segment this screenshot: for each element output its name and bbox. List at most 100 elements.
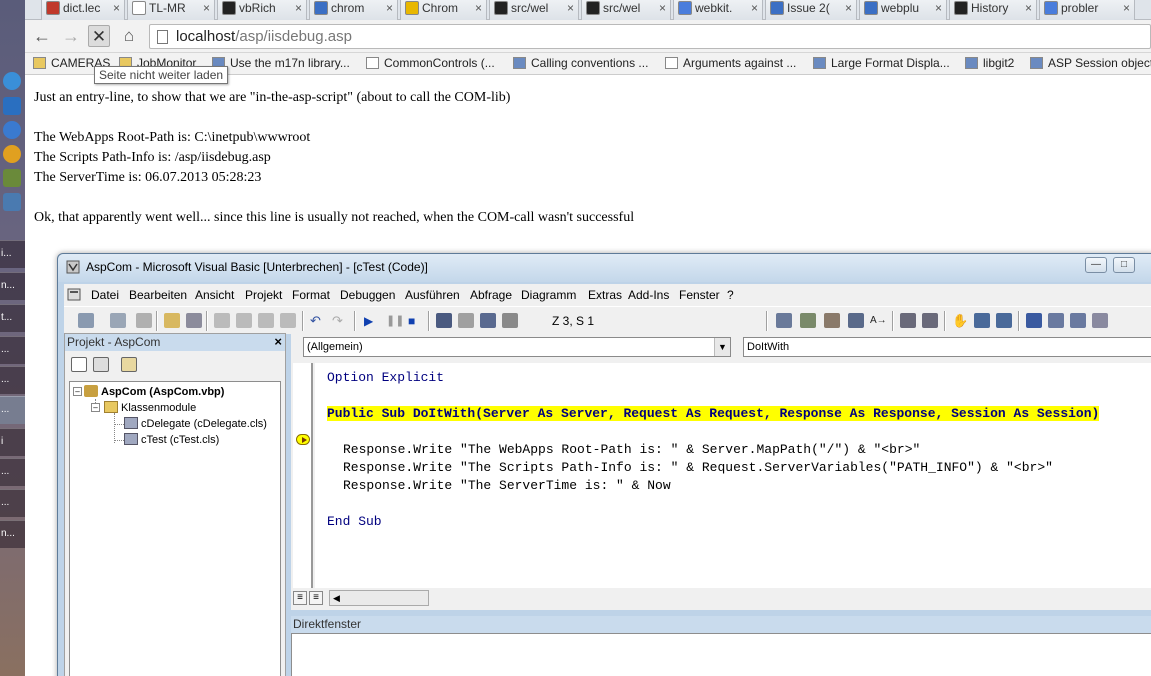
menu-item[interactable]: Ausführen — [405, 288, 460, 302]
tree-class-node[interactable]: cDelegate (cDelegate.cls) — [124, 417, 267, 431]
monitor-icon[interactable] — [3, 193, 21, 211]
ie-icon[interactable] — [3, 72, 21, 90]
bookmark-item[interactable]: Large Format Displa... — [813, 56, 950, 70]
close-icon[interactable]: × — [845, 0, 852, 16]
home-button[interactable]: ⌂ — [118, 25, 140, 47]
quick-info-icon[interactable] — [824, 313, 840, 328]
menu-item[interactable]: Bearbeiten — [129, 288, 187, 302]
object-browser-icon[interactable] — [502, 313, 518, 328]
outdent-icon[interactable] — [922, 313, 938, 328]
tree-class-node[interactable]: cTest (cTest.cls) — [124, 433, 219, 447]
bookmark-item[interactable]: libgit2 — [965, 56, 1014, 70]
horizontal-scrollbar[interactable]: ◀ — [329, 590, 429, 606]
menu-item[interactable]: Abfrage — [470, 288, 512, 302]
clear-bookmarks-icon[interactable] — [1092, 313, 1108, 328]
undo-icon[interactable]: ↶ — [310, 313, 326, 328]
stop-icon[interactable]: ■ — [408, 313, 424, 328]
browser-tab[interactable]: History × — [949, 0, 1037, 20]
browser-tab[interactable]: src/wel × — [581, 0, 671, 20]
browser-tab[interactable]: vbRich × — [217, 0, 307, 20]
project-explorer-icon[interactable] — [436, 313, 452, 328]
procedure-view-icon[interactable]: ≡ — [293, 591, 307, 605]
taskbar-item[interactable]: i... — [0, 240, 25, 268]
close-icon[interactable]: × — [659, 0, 666, 16]
menu-item[interactable]: Fenster — [679, 288, 720, 302]
paste-icon[interactable] — [258, 313, 274, 328]
properties-icon[interactable] — [458, 313, 474, 328]
view-code-icon[interactable] — [71, 357, 87, 372]
close-icon[interactable]: × — [113, 0, 120, 16]
bookmark-item[interactable]: Arguments against ... — [665, 56, 796, 70]
browser-tab[interactable]: dict.lec × — [41, 0, 125, 20]
taskbar-item[interactable]: ... — [0, 366, 25, 394]
close-icon[interactable]: × — [1025, 0, 1032, 16]
find-icon[interactable] — [280, 313, 296, 328]
stop-button[interactable]: ✕ — [88, 25, 110, 47]
collapse-icon[interactable]: – — [91, 403, 100, 412]
comment-block-icon[interactable] — [974, 313, 990, 328]
taskbar-item[interactable]: ... — [0, 489, 25, 517]
vb-title-bar[interactable]: AspCom - Microsoft Visual Basic [Unterbr… — [58, 254, 1151, 282]
close-icon[interactable]: × — [274, 334, 282, 350]
chrome-icon[interactable] — [3, 145, 21, 163]
object-combo[interactable]: (Allgemein) ▼ — [303, 337, 731, 357]
close-icon[interactable]: × — [203, 0, 210, 16]
taskbar-item[interactable]: n... — [0, 272, 25, 300]
browser-tab[interactable]: webplu × — [859, 0, 947, 20]
close-icon[interactable]: × — [1123, 0, 1130, 16]
toggle-folders-icon[interactable] — [121, 357, 137, 372]
save-icon[interactable] — [186, 313, 202, 328]
menu-item[interactable]: Debuggen — [340, 288, 395, 302]
menu-item[interactable]: Projekt — [245, 288, 282, 302]
bookmark-item[interactable]: ASP Session object — [1030, 56, 1151, 70]
previous-bookmark-icon[interactable] — [1070, 313, 1086, 328]
open-icon[interactable] — [164, 313, 180, 328]
taskbar-item[interactable]: ... — [0, 458, 25, 486]
menu-editor-icon[interactable] — [136, 313, 152, 328]
close-icon[interactable]: × — [567, 0, 574, 16]
redo-icon[interactable]: ↷ — [332, 313, 348, 328]
menu-item[interactable]: Add-Ins — [628, 288, 669, 302]
cut-icon[interactable] — [214, 313, 230, 328]
browser-tab[interactable]: probler × — [1039, 0, 1135, 20]
menu-item[interactable]: Datei — [91, 288, 119, 302]
taskbar-item[interactable]: n... — [0, 520, 25, 548]
toggle-bookmark-icon[interactable] — [1026, 313, 1042, 328]
close-icon[interactable]: × — [295, 0, 302, 16]
parameter-info-icon[interactable] — [848, 313, 864, 328]
add-project-icon[interactable] — [78, 313, 94, 328]
tree-project-node[interactable]: AspCom (AspCom.vbp) — [84, 385, 224, 399]
procedure-combo[interactable]: DoItWith — [743, 337, 1151, 357]
taskbar-item[interactable]: ... — [0, 336, 25, 364]
bookmark-item[interactable]: CommonControls (... — [366, 56, 495, 70]
code-margin[interactable] — [293, 363, 313, 588]
copy-icon[interactable] — [236, 313, 252, 328]
tree-folder-node[interactable]: Klassenmodule — [104, 401, 196, 415]
network-icon[interactable] — [3, 97, 21, 115]
firefox-icon[interactable] — [3, 121, 21, 139]
address-bar[interactable]: localhost/asp/iisdebug.asp — [149, 24, 1151, 49]
run-icon[interactable]: ▶ — [364, 313, 380, 328]
next-bookmark-icon[interactable] — [1048, 313, 1064, 328]
add-form-icon[interactable] — [110, 313, 126, 328]
close-icon[interactable]: × — [751, 0, 758, 16]
close-icon[interactable]: × — [475, 0, 482, 16]
tool-icon[interactable] — [3, 169, 21, 187]
forward-button[interactable]: → — [60, 25, 82, 47]
collapse-icon[interactable]: – — [73, 387, 82, 396]
code-editor[interactable]: Option Explicit Public Sub DoItWith(Serv… — [315, 363, 1151, 588]
browser-tab[interactable]: Chrom × — [400, 0, 487, 20]
menu-item[interactable]: Ansicht — [195, 288, 234, 302]
minimize-button[interactable]: — — [1085, 257, 1107, 273]
close-icon[interactable]: × — [935, 0, 942, 16]
menu-item[interactable]: ? — [727, 288, 734, 302]
back-button[interactable]: ← — [31, 25, 53, 47]
taskbar-item[interactable]: t... — [0, 304, 25, 332]
form-layout-icon[interactable] — [480, 313, 496, 328]
menu-item[interactable]: Extras — [588, 288, 622, 302]
close-icon[interactable]: × — [386, 0, 393, 16]
taskbar-item[interactable]: ... — [0, 396, 25, 424]
view-object-icon[interactable] — [93, 357, 109, 372]
chevron-down-icon[interactable]: ▼ — [714, 338, 730, 356]
bookmark-item[interactable]: Calling conventions ... — [513, 56, 648, 70]
